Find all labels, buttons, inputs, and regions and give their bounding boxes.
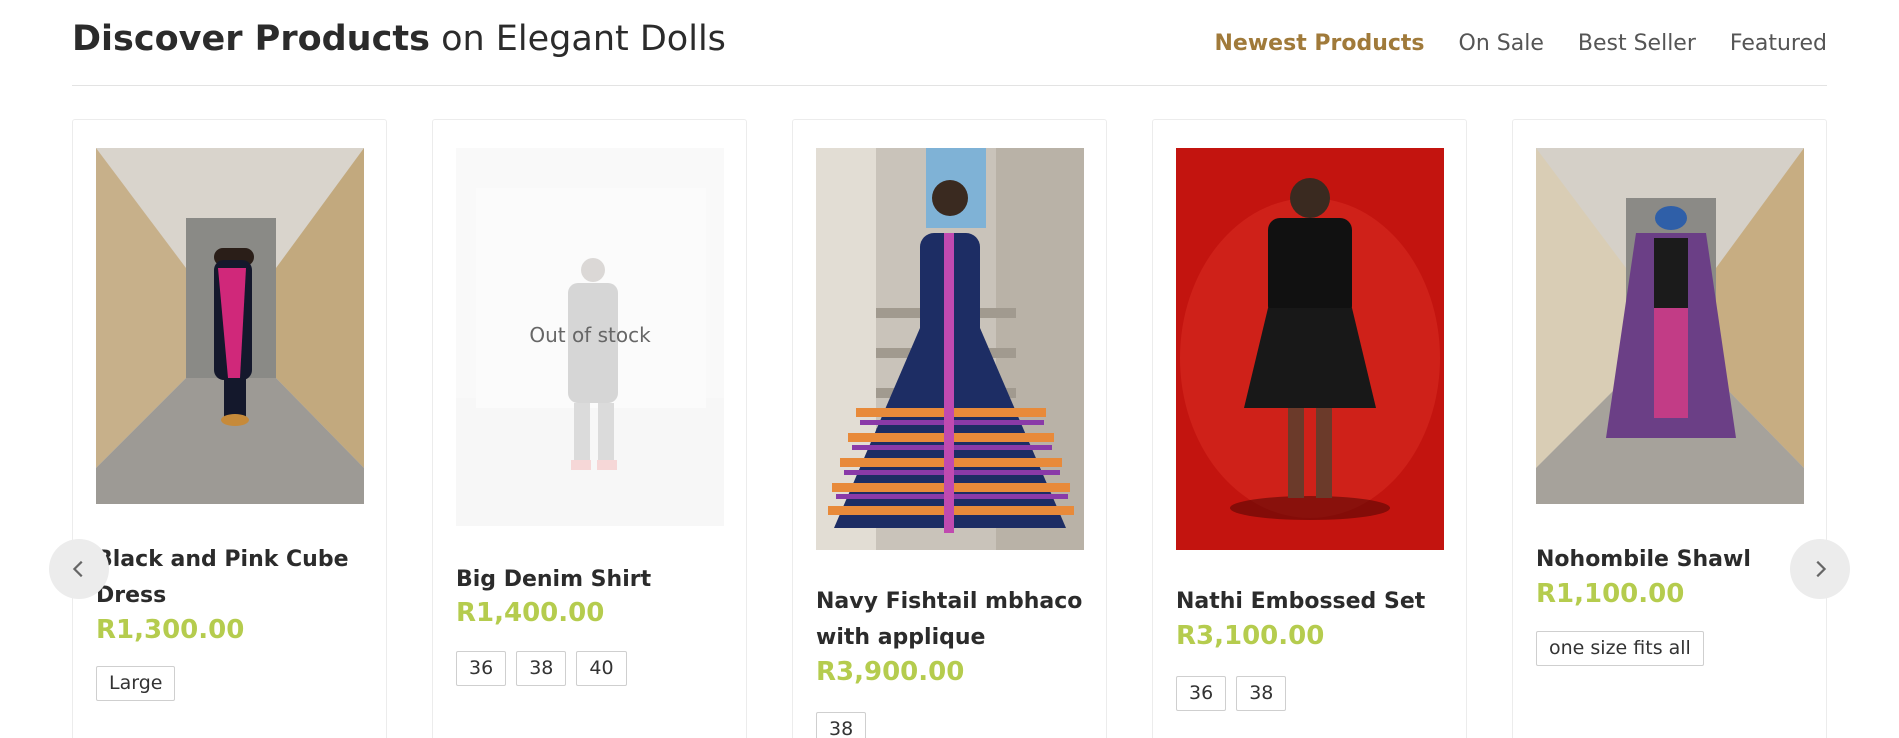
product-price: R1,300.00 (96, 615, 245, 645)
size-options: 36 38 40 (456, 651, 627, 686)
tab-featured[interactable]: Featured (1730, 30, 1827, 58)
product-price: R3,100.00 (1176, 621, 1325, 651)
section-header: Discover Products on Elegant Dolls Newes… (72, 0, 1827, 86)
tab-newest-products[interactable]: Newest Products (1215, 30, 1425, 58)
product-name[interactable]: Nohombile Shawl (1536, 542, 1808, 578)
title-rest: on Elegant Dolls (441, 19, 726, 59)
size-options: 38 (816, 712, 867, 738)
page-title: Discover Products on Elegant Dolls (72, 18, 726, 60)
product-image[interactable] (1536, 148, 1804, 504)
product-price: R3,900.00 (816, 657, 965, 687)
title-bold: Discover Products (72, 19, 430, 59)
size-option[interactable]: 38 (1236, 676, 1287, 711)
size-option[interactable]: Large (96, 666, 176, 701)
chevron-left-icon (72, 560, 83, 578)
out-of-stock-label: Out of stock (529, 323, 651, 347)
product-name[interactable]: Navy Fishtail mbhaco with applique (816, 584, 1088, 656)
size-options: Large (96, 666, 176, 701)
product-card[interactable]: Navy Fishtail mbhaco with applique R3,90… (792, 119, 1107, 738)
size-option[interactable]: 38 (516, 651, 567, 686)
product-card[interactable]: Nohombile Shawl R1,100.00 one size fits … (1512, 119, 1827, 738)
size-option[interactable]: 38 (816, 712, 867, 738)
product-name[interactable]: Nathi Embossed Set (1176, 584, 1448, 620)
product-card[interactable]: Out of stock Big Denim Shirt R1,400.00 3… (432, 119, 747, 738)
product-price: R1,400.00 (456, 598, 605, 628)
carousel-next-button[interactable] (1790, 539, 1850, 599)
tab-best-seller[interactable]: Best Seller (1578, 30, 1696, 58)
product-image[interactable]: Out of stock (456, 148, 724, 526)
product-name[interactable]: Black and Pink Cube Dress (96, 542, 368, 614)
chevron-right-icon (1816, 560, 1827, 578)
product-carousel: Black and Pink Cube Dress R1,300.00 Larg… (72, 119, 1827, 738)
product-card[interactable]: Black and Pink Cube Dress R1,300.00 Larg… (72, 119, 387, 738)
size-option[interactable]: one size fits all (1536, 631, 1704, 666)
product-image[interactable] (816, 148, 1084, 550)
tab-on-sale[interactable]: On Sale (1459, 30, 1544, 58)
size-option[interactable]: 36 (456, 651, 507, 686)
product-name[interactable]: Big Denim Shirt (456, 562, 728, 598)
size-options: one size fits all (1536, 631, 1704, 666)
size-options: 36 38 (1176, 676, 1287, 711)
size-option[interactable]: 40 (576, 651, 627, 686)
product-filter-tabs: Newest Products On Sale Best Seller Feat… (1215, 30, 1827, 58)
product-image[interactable] (1176, 148, 1444, 550)
size-option[interactable]: 36 (1176, 676, 1227, 711)
product-image[interactable] (96, 148, 364, 504)
carousel-prev-button[interactable] (49, 539, 109, 599)
product-price: R1,100.00 (1536, 579, 1685, 609)
product-card[interactable]: Nathi Embossed Set R3,100.00 36 38 (1152, 119, 1467, 738)
